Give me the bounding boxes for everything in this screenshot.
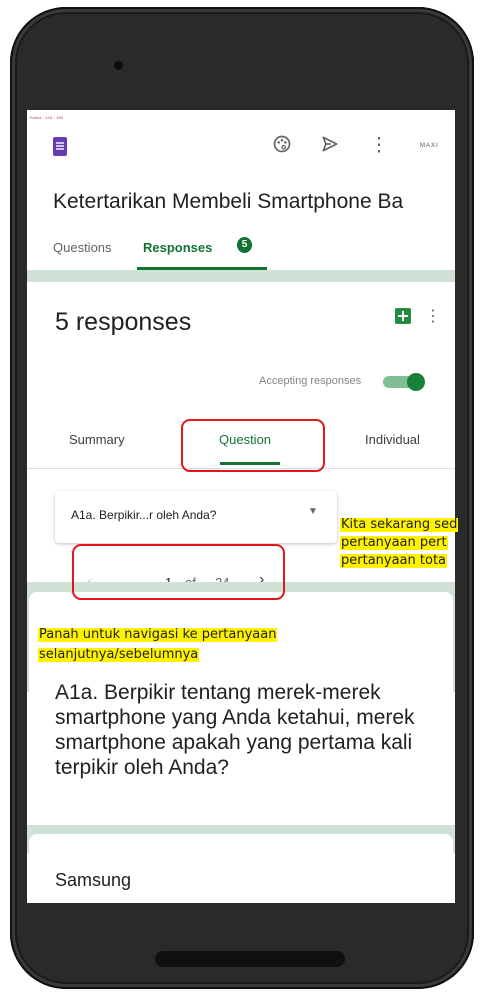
form-title: Ketertarikan Membeli Smartphone Ba — [53, 190, 404, 213]
responses-count-badge: 5 — [237, 237, 252, 253]
subtab-individual[interactable]: Individual — [365, 432, 420, 447]
annotation-note-left-1: Panah untuk navigasi ke pertanyaan — [38, 627, 278, 642]
answer-text: Samsung — [55, 870, 132, 890]
annotation-note-right-3: pertanyaan tota — [340, 553, 448, 568]
more-vert-icon[interactable]: ⋮ — [367, 134, 391, 158]
highlight-box-pager — [72, 544, 285, 600]
chevron-down-icon: ▼ — [308, 506, 318, 517]
send-icon[interactable] — [318, 134, 342, 158]
phone-screen: Forms · 1:01 · 100 ⋮ MAXI Ketertarikan M… — [27, 110, 455, 903]
accepting-responses-toggle[interactable] — [379, 373, 425, 391]
front-camera — [114, 61, 123, 70]
avatar[interactable]: MAXI — [420, 143, 439, 149]
toggle-knob — [407, 373, 425, 391]
question-text: A1a. Berpikir tentang merek-merek smartp… — [55, 681, 415, 779]
annotation-note-right-2: pertanyaan pert — [340, 535, 448, 550]
background-band — [27, 270, 455, 282]
responses-more-icon[interactable]: ⋮ — [425, 308, 441, 328]
palette-icon[interactable] — [270, 134, 294, 158]
answer-card — [29, 834, 453, 903]
question-select-value: A1a. Berpikir...r oleh Anda? — [71, 508, 217, 522]
top-app-bar: Forms · 1:01 · 100 ⋮ MAXI — [27, 110, 455, 177]
highlight-box-question-tab — [181, 419, 325, 472]
question-select[interactable]: A1a. Berpikir...r oleh Anda? ▼ — [55, 491, 337, 543]
home-bar — [155, 951, 345, 967]
responses-title: 5 responses — [55, 308, 192, 336]
tab-questions[interactable]: Questions — [53, 240, 112, 255]
subtab-summary[interactable]: Summary — [69, 432, 125, 447]
sheets-icon[interactable] — [395, 308, 411, 324]
annotation-note-right-1: Kita sekarang sed — [340, 517, 459, 532]
tiny-header-text: Forms · 1:01 · 100 — [30, 115, 63, 120]
annotation-note-left-2: selanjutnya/sebelumnya — [38, 647, 200, 662]
tab-responses[interactable]: Responses — [143, 240, 212, 255]
google-forms-icon[interactable] — [53, 137, 67, 156]
accepting-responses-label: Accepting responses — [259, 375, 362, 387]
